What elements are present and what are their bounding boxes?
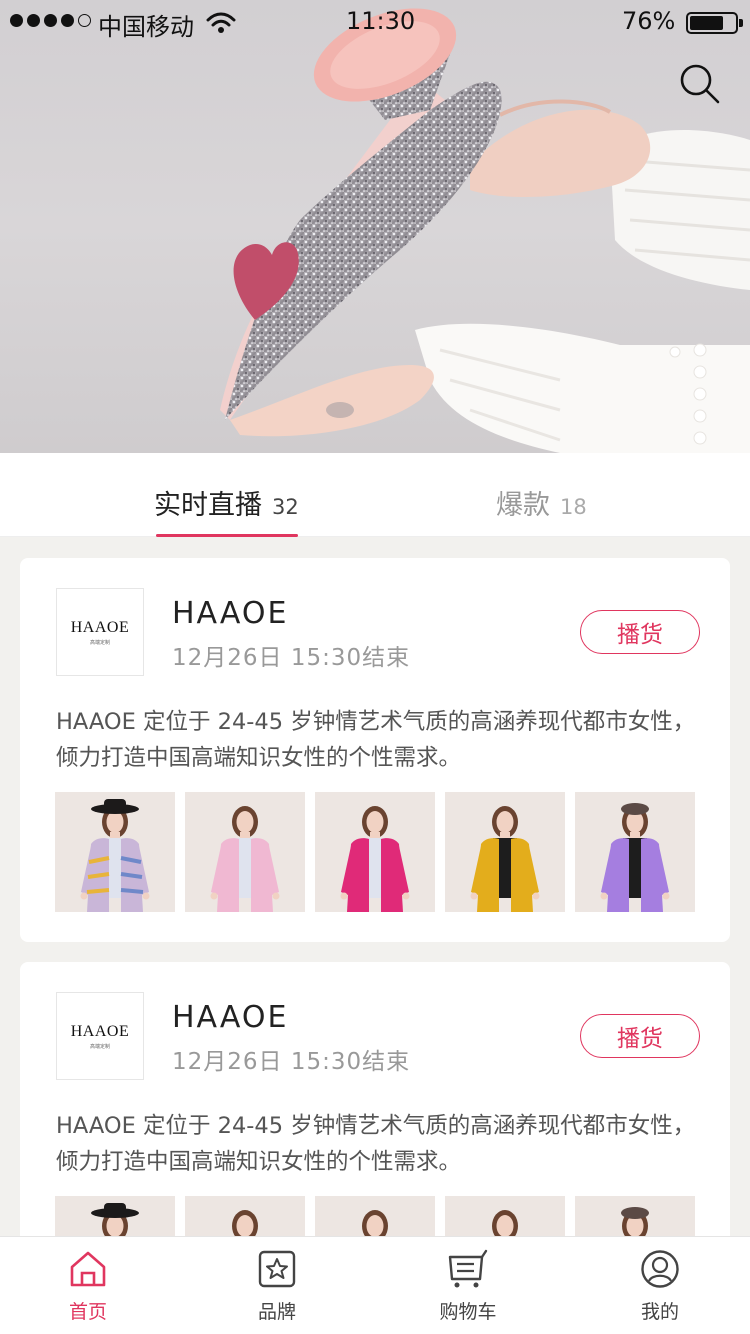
signal-strength-icon [10, 14, 91, 27]
product-thumbnail[interactable] [445, 792, 565, 912]
product-thumbnail[interactable] [575, 792, 695, 912]
tab-hot[interactable]: 爆款 18 [496, 483, 587, 522]
brand-card[interactable]: HAAOE 高端定制 HAAOE 12月26日 15:30结束 播货 HAAOE… [20, 558, 730, 942]
active-tab-indicator [156, 534, 298, 537]
product-thumbnails [55, 792, 695, 912]
wifi-icon [206, 12, 236, 40]
profile-icon [641, 1250, 679, 1288]
brand-icon [258, 1250, 296, 1288]
product-thumbnail[interactable] [315, 792, 435, 912]
tab-hot-label: 爆款 [496, 490, 550, 521]
product-image [185, 792, 305, 912]
search-icon[interactable] [678, 62, 722, 106]
bottom-navigation: 首页 品牌 购物车 我的 [0, 1236, 750, 1334]
brand-logo-text: HAAOE [70, 618, 130, 636]
product-image [575, 792, 695, 912]
tab-live-label: 实时直播 [154, 490, 262, 521]
live-end-time: 12月26日 15:30结束 [172, 1049, 411, 1075]
carrier-name: 中国移动 [98, 13, 194, 41]
brand-logo: HAAOE 高端定制 [56, 992, 144, 1080]
hero-image-shoe [220, 8, 750, 453]
brand-logo-subtext: 高端定制 [89, 1043, 110, 1050]
cart-icon [448, 1249, 488, 1288]
product-image [315, 792, 435, 912]
brand-card[interactable]: HAAOE 高端定制 HAAOE 12月26日 15:30结束 播货 HAAOE… [20, 962, 730, 1282]
nav-profile[interactable]: 我的 [605, 1249, 715, 1324]
nav-brand-label: 品牌 [257, 1301, 296, 1323]
nav-home[interactable]: 首页 [33, 1249, 143, 1324]
home-icon [70, 1251, 106, 1287]
brand-name: HAAOE [172, 1000, 289, 1035]
tab-live[interactable]: 实时直播 32 [154, 483, 299, 522]
brand-logo-subtext: 高端定制 [89, 639, 110, 646]
tab-live-count: 32 [272, 495, 299, 519]
product-thumbnail[interactable] [55, 792, 175, 912]
product-thumbnail[interactable] [185, 792, 305, 912]
product-image [55, 792, 175, 912]
nav-cart-label: 购物车 [439, 1301, 497, 1323]
nav-profile-label: 我的 [640, 1301, 679, 1323]
battery-percentage: 76% [622, 7, 676, 35]
live-end-time: 12月26日 15:30结束 [172, 645, 411, 671]
tab-bar: 实时直播 32 爆款 18 [0, 453, 750, 537]
battery-icon [686, 12, 743, 34]
brand-name: HAAOE [172, 596, 289, 631]
product-image [445, 792, 565, 912]
nav-brand[interactable]: 品牌 [222, 1249, 332, 1324]
brand-description: HAAOE 定位于 24-45 岁钟情艺术气质的高涵养现代都市女性，倾力打造中国… [56, 1113, 696, 1175]
brand-description: HAAOE 定位于 24-45 岁钟情艺术气质的高涵养现代都市女性，倾力打造中国… [56, 709, 696, 771]
tab-hot-count: 18 [560, 495, 587, 519]
brand-logo: HAAOE 高端定制 [56, 588, 144, 676]
status-bar: 中国移动 11:30 76% [0, 0, 750, 44]
brand-logo-text: HAAOE [70, 1022, 130, 1040]
broadcast-goods-button[interactable]: 播货 [580, 1014, 700, 1058]
nav-cart[interactable]: 购物车 [413, 1249, 523, 1324]
hero-banner[interactable]: 中国移动 11:30 76% [0, 0, 750, 453]
nav-home-label: 首页 [68, 1301, 107, 1323]
broadcast-goods-button[interactable]: 播货 [580, 610, 700, 654]
clock: 11:30 [346, 7, 416, 35]
